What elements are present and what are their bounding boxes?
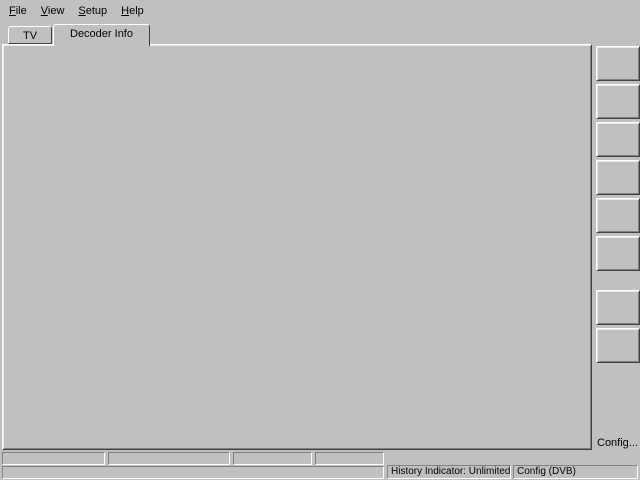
application-window: File View Setup Help TV Decoder Info Sta… — [0, 0, 640, 480]
status-cell-1 — [2, 452, 105, 465]
side-button-8[interactable] — [596, 328, 640, 363]
config-mode-status: Config (DVB) — [513, 465, 638, 479]
side-button-4[interactable] — [596, 160, 640, 195]
side-button-1[interactable] — [596, 46, 640, 81]
status-cell-2 — [108, 452, 230, 465]
menu-bar: File View Setup Help — [0, 0, 640, 22]
menu-setup[interactable]: Setup — [71, 2, 114, 20]
tab-tv[interactable]: TV — [8, 26, 52, 44]
decoder-info-page — [2, 44, 592, 450]
menu-help[interactable]: Help — [114, 2, 151, 20]
config-button-label[interactable]: Config... — [597, 437, 638, 449]
side-button-6[interactable] — [596, 236, 640, 271]
side-button-2[interactable] — [596, 84, 640, 119]
tab-decoder-info[interactable]: Decoder Info — [53, 24, 150, 46]
side-button-3[interactable] — [596, 122, 640, 157]
status-cell-3 — [233, 452, 312, 465]
status-cell-4 — [315, 452, 384, 465]
menu-view[interactable]: View — [34, 2, 72, 20]
side-button-7[interactable] — [596, 290, 640, 325]
status-cell-5 — [2, 466, 384, 479]
side-button-5[interactable] — [596, 198, 640, 233]
history-indicator-status: History Indicator: Unlimited — [387, 465, 511, 479]
menu-file[interactable]: File — [2, 2, 34, 20]
